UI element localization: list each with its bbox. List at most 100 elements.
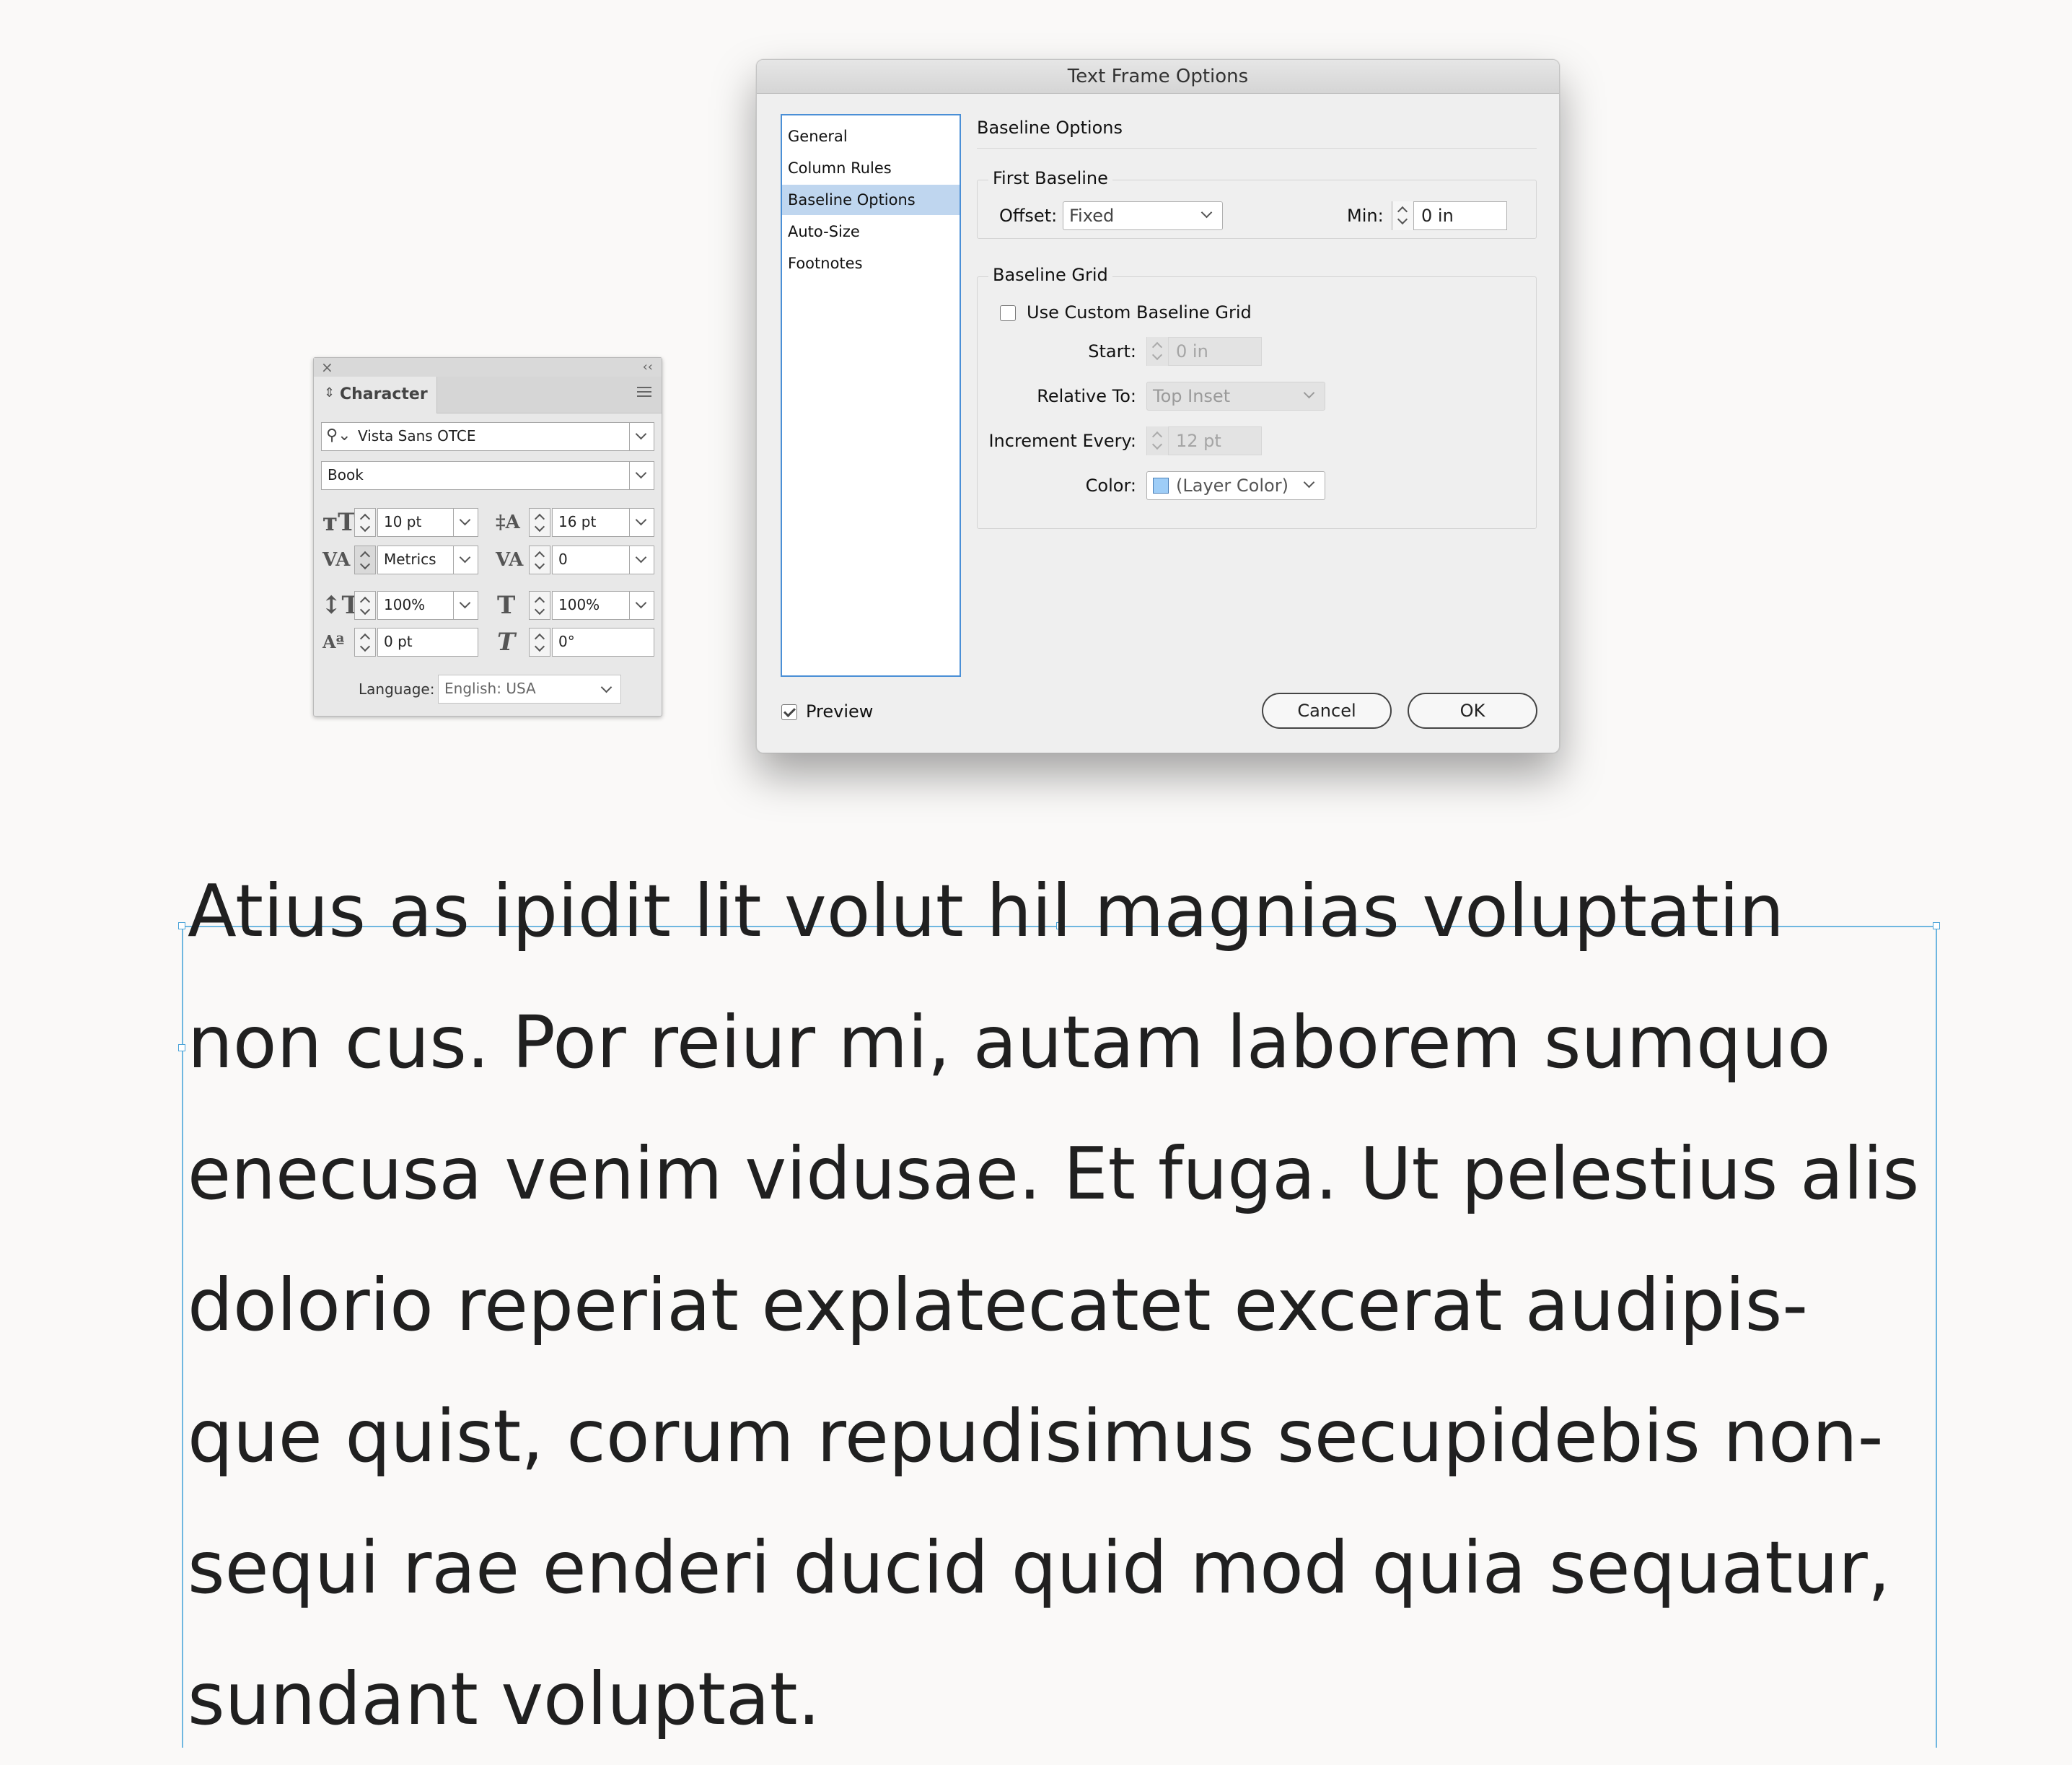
- chevron-down-icon: [1303, 387, 1315, 399]
- tab-character[interactable]: ⇕ Character: [314, 377, 437, 413]
- chevron-down-icon[interactable]: [629, 423, 654, 450]
- text-line: dolorio reperiat explatecatet excerat au…: [188, 1263, 1809, 1347]
- search-icon: ⚲⌄: [326, 426, 351, 444]
- skew-stepper[interactable]: [529, 628, 550, 657]
- font-family-value: Vista Sans OTCE: [358, 427, 476, 444]
- tracking-value: 0: [558, 551, 568, 568]
- font-size-value: 10 pt: [384, 513, 422, 530]
- frame-handle-left-middle[interactable]: [178, 1044, 185, 1051]
- leading-icon: ‡A: [496, 512, 520, 533]
- dialog-title-bar: Text Frame Options: [757, 60, 1559, 94]
- nav-item-column-rules[interactable]: Column Rules: [782, 153, 960, 183]
- kerning-field[interactable]: Metrics: [377, 546, 478, 574]
- horizontal-scale-stepper[interactable]: [529, 591, 550, 620]
- use-custom-grid-label[interactable]: Use Custom Baseline Grid: [1027, 302, 1252, 323]
- cancel-button[interactable]: Cancel: [1262, 693, 1392, 729]
- start-value: 0 in: [1176, 341, 1208, 362]
- chevron-down-icon: [1200, 206, 1213, 219]
- baseline-shift-field[interactable]: 0 pt: [377, 628, 478, 657]
- baseline-shift-value: 0 pt: [384, 633, 413, 650]
- nav-item-footnotes[interactable]: Footnotes: [782, 248, 960, 279]
- chevron-down-icon[interactable]: [629, 546, 654, 574]
- vertical-scale-value: 100%: [384, 596, 426, 613]
- frame-handle-top-right[interactable]: [1933, 922, 1940, 929]
- baseline-shift-stepper[interactable]: [354, 628, 376, 657]
- relative-to-value: Top Inset: [1153, 386, 1231, 406]
- use-custom-grid-checkbox[interactable]: [1000, 305, 1016, 321]
- leading-stepper[interactable]: [529, 508, 550, 537]
- text-line: enecusa venim vidusae. Et fuga. Ut peles…: [188, 1131, 1920, 1216]
- preview-checkbox[interactable]: [781, 704, 797, 720]
- text-line: Atius as ipidit lit volut hil magnias vo…: [188, 869, 1785, 953]
- chevron-down-icon: [600, 681, 613, 693]
- dialog-title: Text Frame Options: [1067, 66, 1249, 87]
- chevron-down-icon[interactable]: [453, 509, 478, 536]
- increment-stepper[interactable]: [1147, 426, 1169, 455]
- text-frame-body[interactable]: Atius as ipidit lit volut hil magnias vo…: [188, 846, 1933, 1765]
- start-field[interactable]: 0 in: [1146, 337, 1262, 366]
- offset-select[interactable]: Fixed: [1063, 201, 1223, 230]
- increment-field[interactable]: 12 pt: [1146, 426, 1262, 455]
- chevron-down-icon[interactable]: [453, 592, 478, 619]
- preview-label[interactable]: Preview: [806, 701, 873, 722]
- font-size-field[interactable]: 10 pt: [377, 508, 478, 537]
- chevron-down-icon: [1303, 476, 1315, 489]
- kerning-stepper[interactable]: [354, 546, 376, 574]
- ok-button[interactable]: OK: [1408, 693, 1537, 729]
- start-label: Start:: [1088, 341, 1136, 362]
- offset-label: Offset:: [999, 206, 1058, 226]
- section-title: Baseline Options: [977, 118, 1123, 138]
- text-line: sequi rae enderi ducid quid mod quia seq…: [188, 1525, 1891, 1610]
- font-style-value: Book: [328, 466, 364, 483]
- vertical-scale-field[interactable]: 100%: [377, 591, 478, 620]
- min-label: Min:: [1347, 206, 1384, 226]
- kerning-value: Metrics: [384, 551, 436, 568]
- chevron-down-icon[interactable]: [629, 592, 654, 619]
- skew-field[interactable]: 0°: [552, 628, 654, 657]
- min-field[interactable]: 0 in: [1392, 201, 1507, 230]
- updown-arrows-icon: ⇕: [324, 385, 335, 400]
- tracking-field[interactable]: 0: [552, 546, 654, 574]
- font-family-field[interactable]: ⚲⌄ Vista Sans OTCE: [321, 422, 654, 451]
- vertical-scale-stepper[interactable]: [354, 591, 376, 620]
- relative-to-select[interactable]: Top Inset: [1146, 382, 1325, 411]
- horizontal-scale-field[interactable]: 100%: [552, 591, 654, 620]
- leading-value: 16 pt: [558, 513, 597, 530]
- character-panel: × ‹‹ ⇕ Character ⚲⌄ Vista Sans OTCE Book…: [313, 357, 662, 717]
- frame-handle-top-left[interactable]: [178, 922, 185, 929]
- text-line: non cus. Por reiur mi, autam laborem sum…: [188, 1000, 1831, 1085]
- color-select[interactable]: (Layer Color): [1146, 471, 1325, 500]
- chevron-down-icon[interactable]: [629, 509, 654, 536]
- first-baseline-label: First Baseline: [988, 168, 1112, 188]
- font-size-stepper[interactable]: [354, 508, 376, 537]
- close-icon[interactable]: ×: [321, 358, 333, 377]
- tracking-stepper[interactable]: [529, 546, 550, 574]
- offset-value: Fixed: [1069, 206, 1115, 226]
- font-size-icon: ᴛT: [322, 508, 356, 537]
- color-swatch: [1153, 478, 1169, 494]
- baseline-shift-icon: Aª: [322, 631, 345, 652]
- chevron-down-icon[interactable]: [629, 462, 654, 489]
- text-line: que quist, corum repudisimus secupidebis…: [188, 1394, 1884, 1479]
- language-select[interactable]: English: USA: [438, 675, 621, 704]
- kerning-icon: VA: [322, 549, 351, 571]
- nav-item-general[interactable]: General: [782, 121, 960, 152]
- tracking-icon: VA: [496, 549, 524, 571]
- skew-value: 0°: [558, 633, 575, 650]
- chevron-down-icon[interactable]: [453, 546, 478, 574]
- collapse-icon[interactable]: ‹‹: [643, 358, 653, 377]
- skew-icon: T: [497, 628, 516, 657]
- language-value: English: USA: [444, 680, 536, 697]
- color-value: (Layer Color): [1176, 476, 1289, 496]
- min-stepper[interactable]: [1392, 201, 1414, 230]
- nav-item-auto-size[interactable]: Auto-Size: [782, 216, 960, 247]
- panel-menu-icon[interactable]: [637, 387, 651, 397]
- section-divider: [977, 148, 1537, 149]
- panel-tab-row: ⇕ Character: [314, 377, 662, 413]
- leading-field[interactable]: 16 pt: [552, 508, 654, 537]
- nav-item-baseline-options[interactable]: Baseline Options: [782, 185, 960, 215]
- font-style-field[interactable]: Book: [321, 461, 654, 490]
- start-stepper[interactable]: [1147, 337, 1169, 366]
- min-value: 0 in: [1421, 206, 1454, 226]
- tab-character-label: Character: [340, 385, 428, 403]
